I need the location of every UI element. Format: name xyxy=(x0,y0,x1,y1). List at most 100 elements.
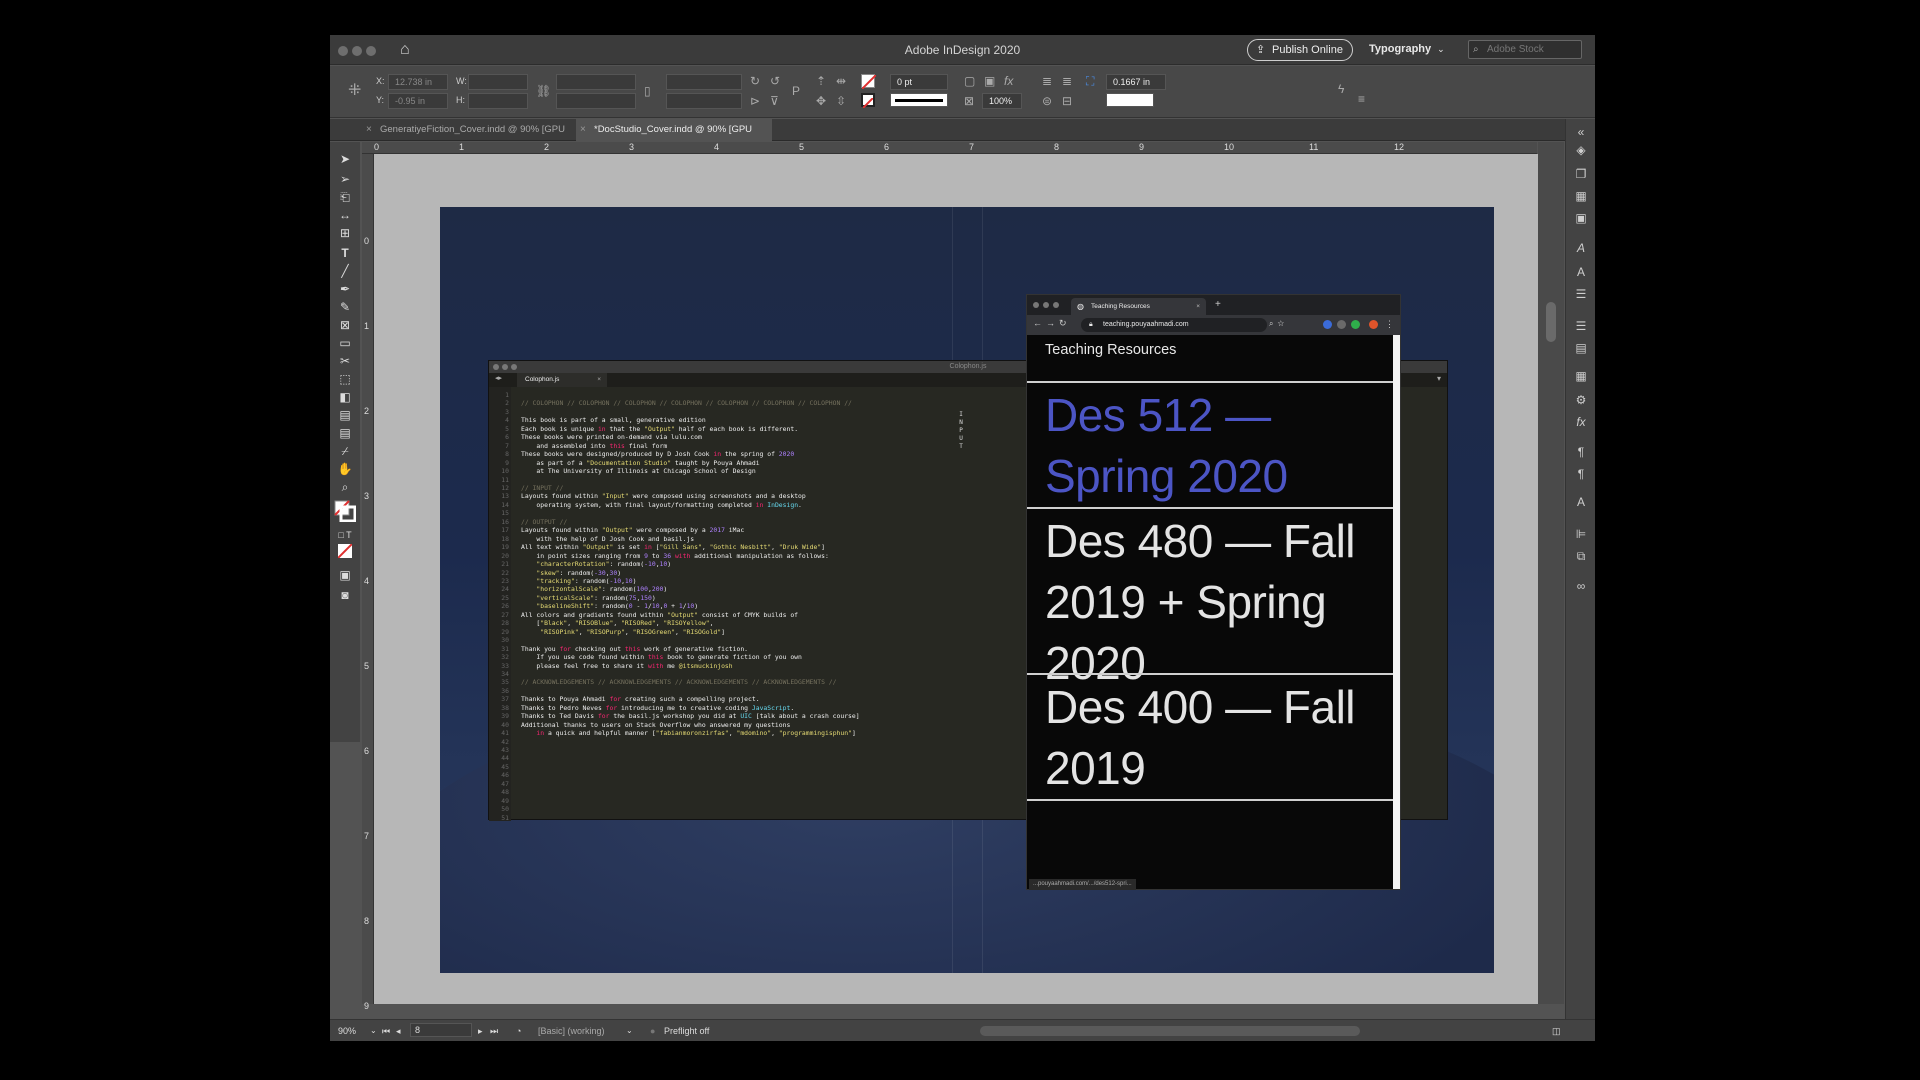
text-wrap-panel-icon[interactable]: ▦ xyxy=(1572,367,1590,385)
scale-y-field[interactable] xyxy=(556,93,636,109)
zoom-tool-icon[interactable]: ⌕ xyxy=(334,478,356,496)
auto-fit-icon[interactable]: ⛶ xyxy=(1086,74,1094,88)
select-container-icon[interactable]: ⇡ xyxy=(816,74,826,88)
type-tool-icon[interactable]: T xyxy=(334,244,356,262)
chevron-down-icon[interactable]: ⌄ xyxy=(626,1024,633,1038)
gradient-feather-tool-icon[interactable]: ▤ xyxy=(334,406,356,424)
effects-panel-icon[interactable]: ⚙ xyxy=(1572,391,1590,409)
scroll-thumb[interactable] xyxy=(1546,302,1556,342)
frame-icon[interactable]: ▣ xyxy=(984,74,995,88)
flip-vertical-icon[interactable]: ⊽ xyxy=(770,94,779,108)
character-icon[interactable]: A xyxy=(1572,263,1590,281)
lock-scale-icon[interactable]: ▯ xyxy=(644,84,651,98)
scale-x-field[interactable] xyxy=(556,74,636,90)
align-bottom-icon[interactable]: ⊟ xyxy=(1062,94,1072,108)
workspace-switcher[interactable]: Typography ⌄ xyxy=(1369,43,1445,55)
paragraph-styles-icon[interactable]: ¶ xyxy=(1572,465,1590,483)
align-center-icon[interactable]: ≣ xyxy=(1062,74,1072,88)
paragraph-icon[interactable]: ☰ xyxy=(1572,285,1590,303)
free-transform-tool-icon[interactable]: ⬚ xyxy=(334,370,356,388)
pages-icon[interactable]: ❐ xyxy=(1572,165,1590,183)
scissors-tool-icon[interactable]: ✂ xyxy=(334,352,356,370)
text-wrap-icon[interactable]: ▢ xyxy=(964,74,975,88)
pilcrow-icon[interactable]: ¶ xyxy=(1572,443,1590,461)
basic-style-label[interactable]: [Basic] (working) xyxy=(538,1024,605,1038)
corner-offset-field[interactable]: 0.1667 in xyxy=(1106,74,1166,90)
apply-none-icon[interactable] xyxy=(334,543,356,562)
rotate-ccw-icon[interactable]: ↺ xyxy=(770,74,780,88)
publish-online-button[interactable]: ⇪ Publish Online xyxy=(1247,39,1353,61)
swatches-icon[interactable]: ▤ xyxy=(1572,339,1590,357)
next-page-icon[interactable]: ▸ xyxy=(478,1024,483,1038)
constrain-proportions-icon[interactable]: ⛓ xyxy=(536,84,551,98)
vertical-scrollbar[interactable] xyxy=(1538,142,1564,1004)
x-field[interactable]: 12.738 in xyxy=(388,74,448,90)
rectangle-tool-icon[interactable]: ▭ xyxy=(334,334,356,352)
fx-panel-icon[interactable]: fx xyxy=(1572,413,1590,431)
close-icon[interactable]: × xyxy=(580,119,586,141)
reference-point-icon[interactable]: ⁜ xyxy=(348,83,361,99)
hand-tool-icon[interactable]: ✋ xyxy=(334,460,356,478)
note-tool-icon[interactable]: ▤ xyxy=(334,424,356,442)
selection-tool-icon[interactable]: ➤ xyxy=(334,150,356,168)
content-collector-icon[interactable]: ⊞ xyxy=(334,224,356,242)
last-page-icon[interactable]: ⏭ xyxy=(490,1024,498,1038)
gap-tool-icon[interactable]: ↔ xyxy=(334,206,356,224)
glyphs-icon[interactable]: A xyxy=(1572,493,1590,511)
stroke-swatch[interactable] xyxy=(861,93,875,109)
opacity-field[interactable]: 100% xyxy=(982,93,1022,109)
select-previous-icon[interactable]: ⇹ xyxy=(836,74,846,88)
y-field[interactable]: -0.95 in xyxy=(388,93,448,109)
character-styles-icon[interactable]: A xyxy=(1572,239,1590,257)
fill-stroke-swatch-icon[interactable] xyxy=(334,500,357,523)
h-field[interactable] xyxy=(468,93,528,109)
tab-generativefiction-cover[interactable]: × GeneratiyeFiction_Cover.indd @ 90% [GP… xyxy=(362,119,572,157)
formatting-affects-icon[interactable]: □ T xyxy=(334,526,356,544)
pen-tool-icon[interactable]: ✒ xyxy=(334,280,356,298)
align-left-icon[interactable]: ≣ xyxy=(1042,74,1052,88)
pencil-tool-icon[interactable]: ✎ xyxy=(334,298,356,316)
split-view-icon[interactable]: ◫ xyxy=(1552,1024,1561,1038)
rectangle-frame-tool-icon[interactable]: ⊠ xyxy=(334,316,356,334)
align-panel-icon[interactable]: ☰ xyxy=(1572,317,1590,335)
zoom-level[interactable]: 90% xyxy=(338,1024,356,1038)
rotation-field[interactable] xyxy=(666,74,742,90)
line-tool-icon[interactable]: ╱ xyxy=(334,262,356,280)
close-icon[interactable]: × xyxy=(366,119,372,141)
preview-mode-icon[interactable]: ◙ xyxy=(334,586,356,604)
corner-style-select[interactable] xyxy=(1106,93,1154,107)
hyperlinks-icon[interactable]: ∞ xyxy=(1572,577,1590,595)
rotate-cw-icon[interactable]: ↻ xyxy=(750,74,760,88)
page-number-field[interactable]: 8 xyxy=(410,1023,472,1037)
w-field[interactable] xyxy=(468,74,528,90)
stroke-weight-field[interactable]: 0 pt xyxy=(890,74,948,90)
align-objects-icon[interactable]: ⊫ xyxy=(1572,525,1590,543)
stroke-icon[interactable]: ▣ xyxy=(1572,209,1590,227)
open-page-icon[interactable]: ◔ xyxy=(516,1024,521,1038)
fill-swatch[interactable] xyxy=(861,74,877,90)
links-icon[interactable]: ▦ xyxy=(1572,187,1590,205)
layers-icon[interactable]: ◈ xyxy=(1572,141,1590,159)
flip-horizontal-icon[interactable]: ⊳ xyxy=(750,94,760,108)
shear-field[interactable] xyxy=(666,93,742,109)
eyedropper-tool-icon[interactable]: ⌿ xyxy=(334,442,356,460)
select-next-icon[interactable]: ⇳ xyxy=(836,94,846,108)
pathfinder-icon[interactable]: ⧉ xyxy=(1572,547,1590,565)
stroke-type-select[interactable] xyxy=(890,93,948,107)
preflight-status[interactable]: Preflight off xyxy=(664,1024,709,1038)
panel-menu-icon[interactable]: ≡ xyxy=(1358,92,1365,106)
horizontal-scrollbar[interactable] xyxy=(980,1026,1360,1036)
gradient-swatch-tool-icon[interactable]: ◧ xyxy=(334,388,356,406)
fx-icon[interactable]: fx xyxy=(1004,74,1013,88)
chevron-down-icon[interactable]: ⌄ xyxy=(370,1024,377,1038)
previous-page-icon[interactable]: ◂ xyxy=(396,1024,401,1038)
tab-docstudio-cover[interactable]: × *DocStudio_Cover.indd @ 90% [GPU Previ… xyxy=(576,119,772,157)
distribute-icon[interactable]: ⊜ xyxy=(1042,94,1052,108)
collapse-panels-icon[interactable]: « xyxy=(1572,123,1590,141)
direct-selection-tool-icon[interactable]: ➢ xyxy=(334,170,356,188)
page-tool-icon[interactable]: ⎗ xyxy=(334,188,356,206)
select-content-icon[interactable]: ✥ xyxy=(816,94,826,108)
screen-mode-icon[interactable]: ▣ xyxy=(334,566,356,584)
lightning-icon[interactable]: ϟ xyxy=(1338,82,1344,96)
adobe-stock-search[interactable]: ⌕ Adobe Stock xyxy=(1468,40,1582,59)
